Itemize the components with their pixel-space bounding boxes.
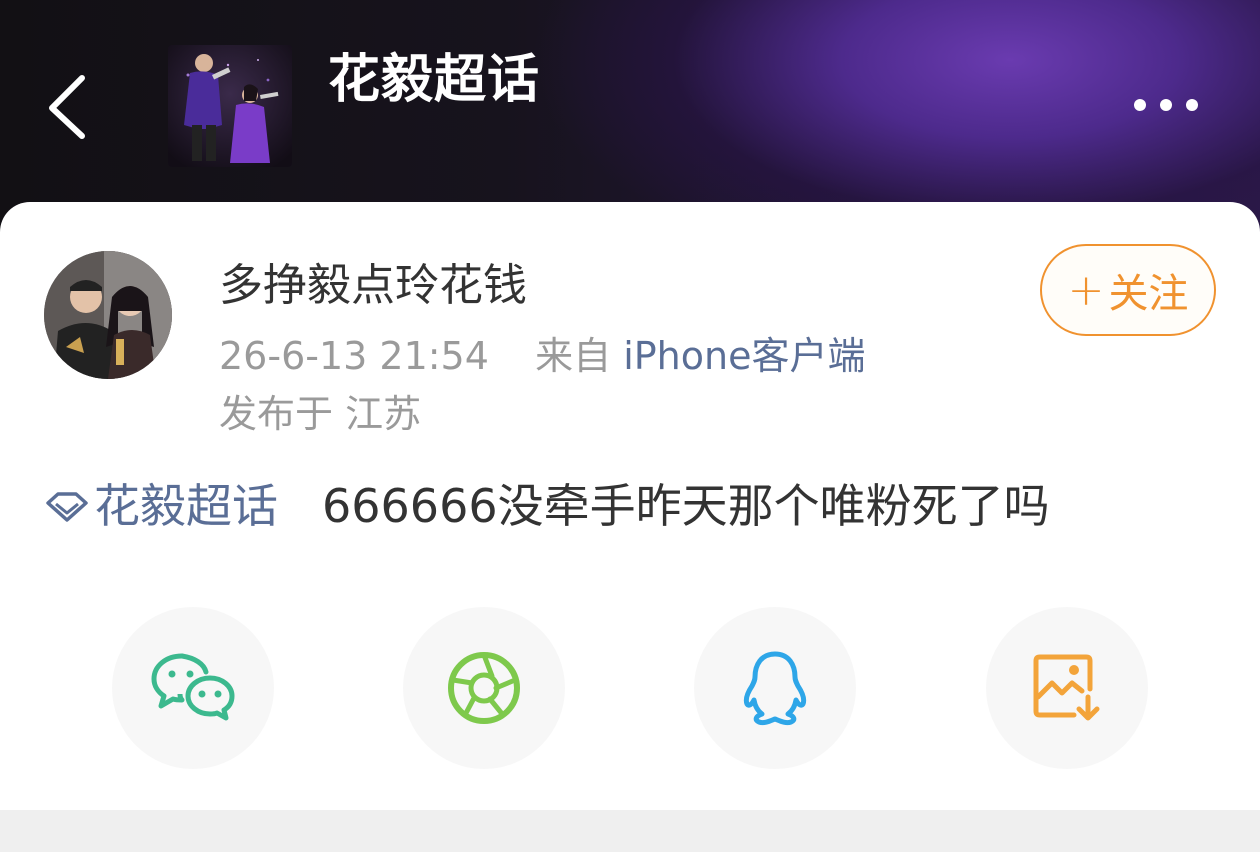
save-image-button[interactable] — [986, 607, 1148, 769]
wechat-icon — [151, 653, 235, 721]
share-wechat-button[interactable] — [112, 607, 274, 769]
post-date: 26-6-13 21:54 — [219, 334, 489, 378]
back-button[interactable] — [40, 70, 100, 142]
topic-thumbnail[interactable] — [168, 45, 292, 167]
avatar[interactable] — [44, 251, 172, 379]
aperture-icon — [448, 652, 520, 724]
source-client: iPhone客户端 — [623, 334, 866, 378]
topic-photo — [168, 45, 292, 167]
share-moments-button[interactable] — [403, 607, 565, 769]
follow-button[interactable]: + 关注 — [1040, 244, 1216, 336]
page-title: 花毅超话 — [328, 50, 541, 110]
more-horizontal-icon — [1134, 99, 1198, 111]
post-text: 666666没牵手昨天那个唯粉死了吗 — [322, 479, 1050, 533]
more-button[interactable] — [1128, 92, 1208, 118]
diamond-icon — [46, 492, 88, 522]
share-qq-button[interactable] — [694, 607, 856, 769]
image-download-icon — [1033, 654, 1100, 721]
follow-label: 关注 — [1108, 271, 1189, 317]
plus-icon: + — [1067, 264, 1105, 316]
avatar-photo — [44, 251, 172, 379]
topic-tag-link[interactable]: 花毅超话 — [44, 476, 278, 536]
post-meta: 26-6-13 21:54 来自 iPhone客户端 — [219, 330, 865, 382]
post-location: 发布于 江苏 — [219, 392, 422, 436]
qq-penguin-icon — [743, 651, 807, 726]
chevron-left-icon — [49, 75, 85, 139]
topic-tag-label: 花毅超话 — [94, 479, 278, 533]
source-prefix: 来自 — [535, 334, 612, 378]
author-name[interactable]: 多挣毅点玲花钱 — [219, 258, 527, 314]
post-content: 花毅超话 666666没牵手昨天那个唯粉死了吗 — [44, 476, 1050, 536]
